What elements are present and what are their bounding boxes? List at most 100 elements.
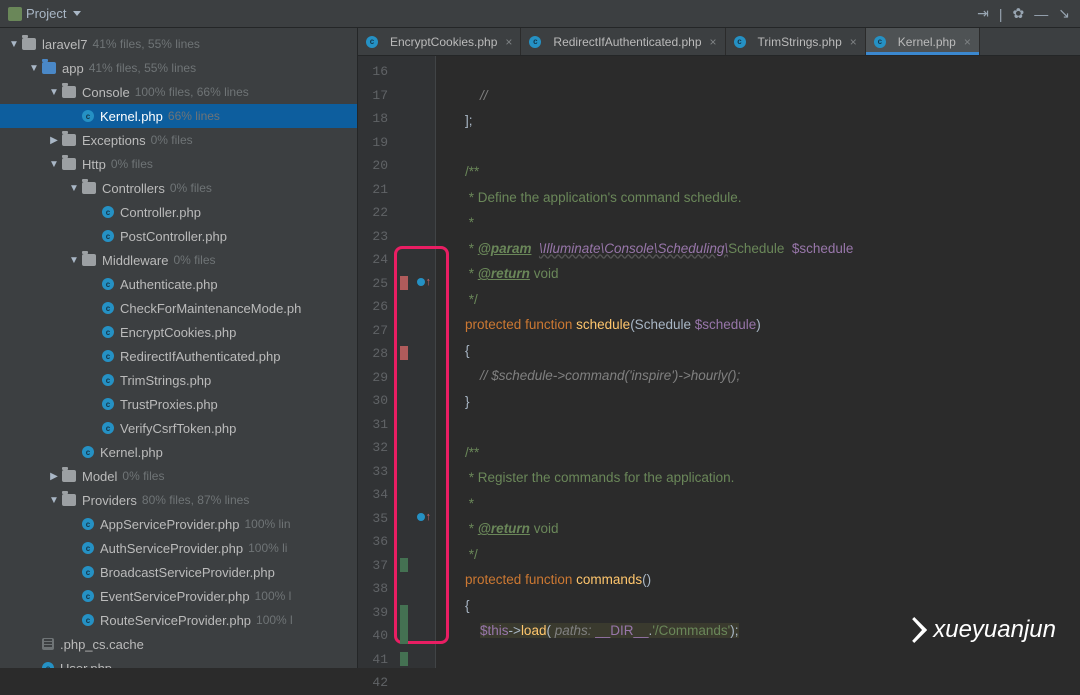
folder-icon (82, 254, 96, 266)
tree-row[interactable]: ▼app41% files, 55% lines (0, 56, 357, 80)
file-icon: c (102, 326, 114, 338)
file-icon: c (82, 518, 94, 530)
folder-icon (62, 470, 76, 482)
file-icon: c (102, 374, 114, 386)
generic-icon (42, 638, 54, 650)
folder-blue-icon (42, 62, 56, 74)
file-icon: c (734, 36, 746, 48)
file-icon: c (82, 566, 94, 578)
tree-row[interactable]: cAppServiceProvider.php100% lin (0, 512, 357, 536)
toolbar-icons: ⇥ | ✿ — ↘ (967, 5, 1080, 22)
tree-row[interactable]: cAuthServiceProvider.php100% li (0, 536, 357, 560)
tree-row[interactable]: cUser.php (0, 656, 357, 668)
tab-label: TrimStrings.php (758, 35, 842, 49)
file-icon: c (529, 36, 541, 48)
file-icon: c (42, 662, 54, 668)
toolbar: Project ⇥ | ✿ — ↘ (0, 0, 1080, 28)
tree-row[interactable]: c BroadcastServiceProvider.php (0, 560, 357, 584)
tree-label: Exceptions (82, 133, 146, 148)
tree-label: Model (82, 469, 117, 484)
tab-label: EncryptCookies.php (390, 35, 497, 49)
file-icon: c (366, 36, 378, 48)
tree-label: Http (82, 157, 106, 172)
divider: | (999, 6, 1003, 22)
file-icon: c (102, 350, 114, 362)
editor-tab[interactable]: c TrimStrings.php × (726, 28, 866, 55)
folder-icon (22, 38, 36, 50)
tree-label: AuthServiceProvider.php (100, 541, 243, 556)
file-icon: c (102, 398, 114, 410)
folder-icon (62, 86, 76, 98)
collapse-icon[interactable]: ⇥ (977, 5, 989, 22)
project-label: Project (26, 6, 66, 21)
tree-label: TrustProxies.php (120, 397, 218, 412)
tree-row[interactable]: c Controller.php (0, 200, 357, 224)
folder-icon (62, 158, 76, 170)
file-icon: c (102, 422, 114, 434)
code-editor[interactable]: // ]; /** * Define the application's com… (436, 56, 1080, 668)
tree-label: EventServiceProvider.php (100, 589, 250, 604)
tree-row[interactable]: c CheckForMaintenanceMode.ph (0, 296, 357, 320)
tree-label: Providers (82, 493, 137, 508)
tree-row[interactable]: c TrimStrings.php (0, 368, 357, 392)
close-icon[interactable]: × (505, 35, 512, 49)
tree-row[interactable]: c VerifyCsrfToken.php (0, 416, 357, 440)
tree-row[interactable]: cKernel.php (0, 440, 357, 464)
tree-label: Controller.php (120, 205, 201, 220)
tree-row[interactable]: cAuthenticate.php (0, 272, 357, 296)
file-icon: c (82, 110, 94, 122)
file-icon: c (102, 206, 114, 218)
tree-row[interactable]: ▼Middleware0% files (0, 248, 357, 272)
tree-row[interactable]: ▼Console100% files, 66% lines (0, 80, 357, 104)
close-icon[interactable]: × (964, 35, 971, 49)
project-icon (8, 7, 22, 21)
tree-label: TrimStrings.php (120, 373, 211, 388)
editor-tab[interactable]: c RedirectIfAuthenticated.php × (521, 28, 725, 55)
project-tree[interactable]: ▼laravel741% files, 55% lines▼app41% fil… (0, 28, 358, 668)
tree-label: RouteServiceProvider.php (100, 613, 251, 628)
folder-icon (62, 134, 76, 146)
editor-tab[interactable]: c Kernel.php × (866, 28, 980, 55)
tree-row[interactable]: cEventServiceProvider.php100% l (0, 584, 357, 608)
tree-label: EncryptCookies.php (120, 325, 236, 340)
tab-label: RedirectIfAuthenticated.php (553, 35, 701, 49)
tree-label: .php_cs.cache (60, 637, 144, 652)
tree-row[interactable]: c TrustProxies.php (0, 392, 357, 416)
watermark: xueyuanjun (901, 616, 1056, 644)
tree-row[interactable]: ▶Model0% files (0, 464, 357, 488)
settings-icon[interactable]: ✿ (1013, 5, 1025, 22)
tree-row[interactable]: c EncryptCookies.php (0, 320, 357, 344)
tree-row[interactable]: c RedirectIfAuthenticated.php (0, 344, 357, 368)
tree-label: VerifyCsrfToken.php (120, 421, 236, 436)
close-icon[interactable]: × (850, 35, 857, 49)
tab-label: Kernel.php (898, 35, 956, 49)
file-icon: c (82, 542, 94, 554)
file-icon: c (102, 302, 114, 314)
tree-row[interactable]: ▼Controllers0% files (0, 176, 357, 200)
tree-label: Console (82, 85, 130, 100)
line-numbers: 16 17 18 19 20 21 22 23 24 25 26 27 28 2… (358, 56, 394, 668)
tree-label: AppServiceProvider.php (100, 517, 239, 532)
minimize-icon[interactable]: — (1034, 6, 1048, 22)
tree-label: CheckForMaintenanceMode.ph (120, 301, 301, 316)
file-icon: c (82, 590, 94, 602)
tree-row[interactable]: ▼Providers80% files, 87% lines (0, 488, 357, 512)
close-icon[interactable]: × (710, 35, 717, 49)
tree-row[interactable]: cKernel.php66% lines (0, 104, 357, 128)
tree-row[interactable]: cPostController.php (0, 224, 357, 248)
tree-label: Kernel.php (100, 109, 163, 124)
more-icon[interactable]: ↘ (1058, 5, 1070, 22)
tree-label: PostController.php (120, 229, 227, 244)
folder-icon (82, 182, 96, 194)
tree-row[interactable]: cRouteServiceProvider.php100% l (0, 608, 357, 632)
tree-row[interactable]: ▼laravel741% files, 55% lines (0, 32, 357, 56)
tree-label: BroadcastServiceProvider.php (100, 565, 275, 580)
file-icon: c (874, 36, 886, 48)
tree-row[interactable]: .php_cs.cache (0, 632, 357, 656)
chevron-down-icon (73, 11, 81, 16)
editor-tab[interactable]: c EncryptCookies.php × (358, 28, 521, 55)
project-selector[interactable]: Project (0, 0, 89, 27)
tree-label: RedirectIfAuthenticated.php (120, 349, 280, 364)
tree-row[interactable]: ▼Http0% files (0, 152, 357, 176)
tree-row[interactable]: ▶Exceptions0% files (0, 128, 357, 152)
